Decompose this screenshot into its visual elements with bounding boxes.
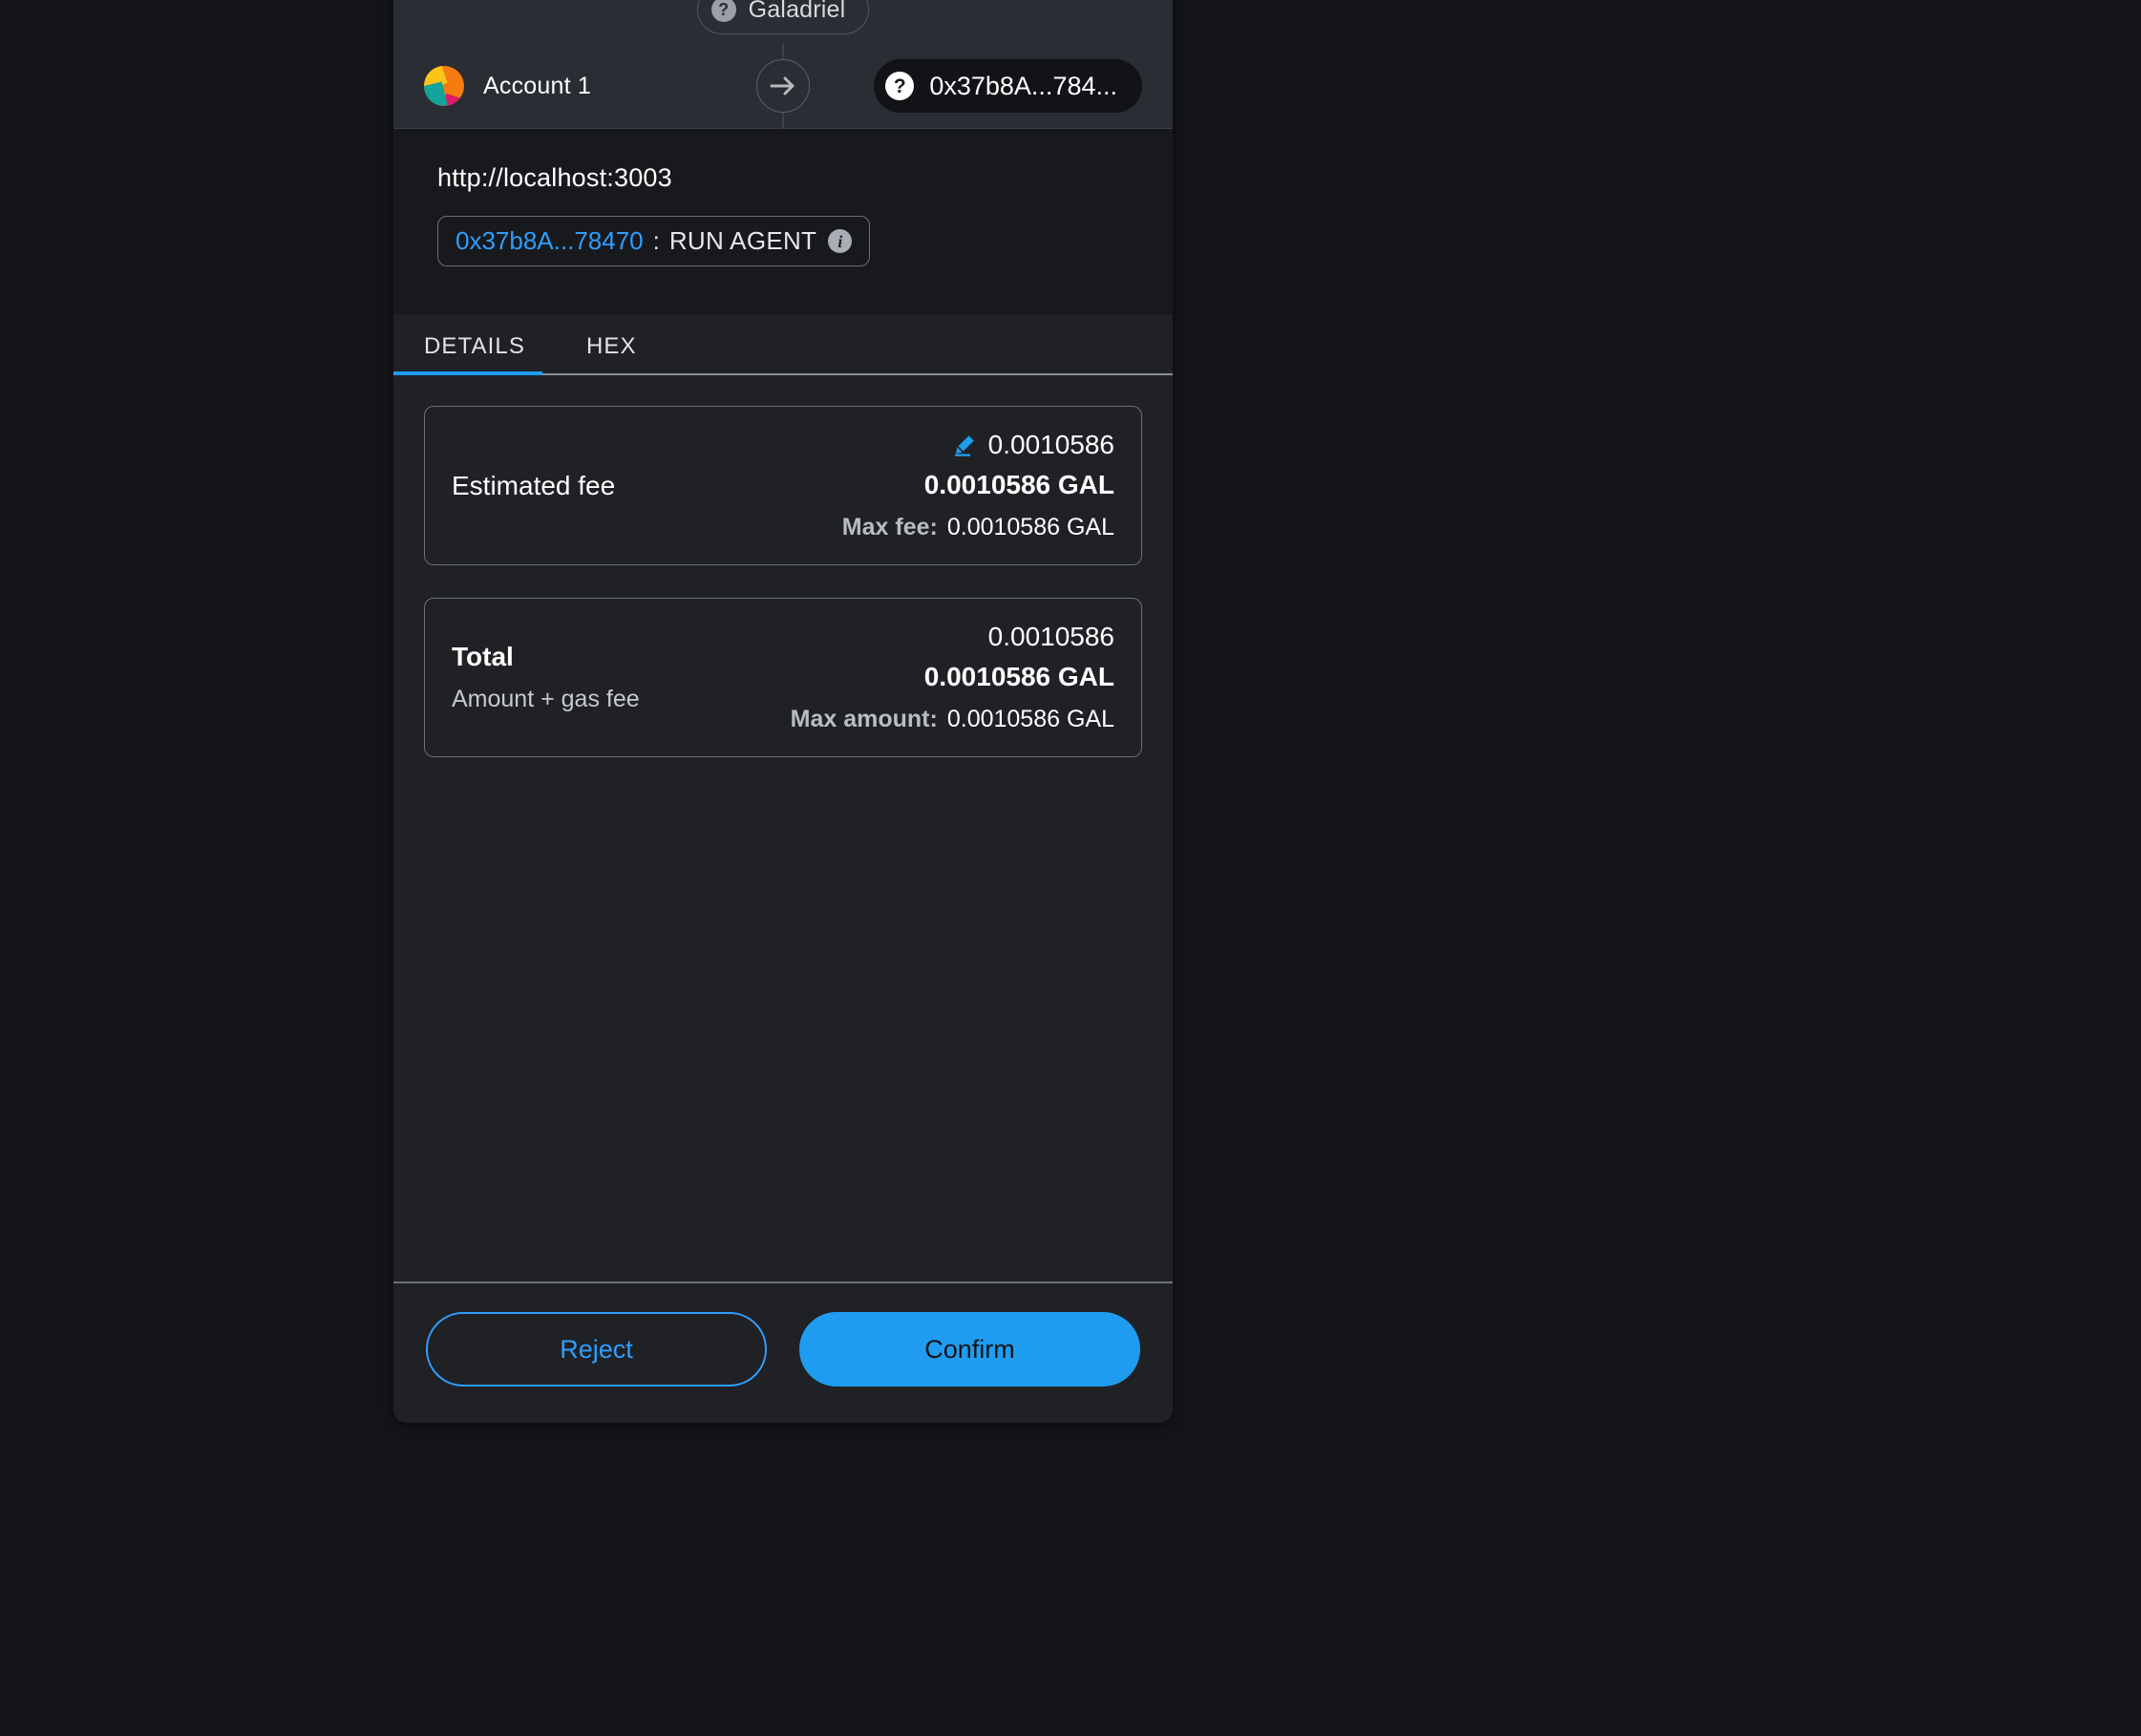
origin-url: http://localhost:3003 (437, 163, 672, 192)
max-fee-value: 0.0010586 GAL (946, 514, 1114, 540)
details-panel: Estimated fee 0.0010586 0.0010586 GAL Ma… (393, 375, 1173, 1281)
pencil-edit-icon[interactable] (952, 433, 977, 457)
tab-details[interactable]: DETAILS (393, 333, 556, 375)
reject-button[interactable]: Reject (426, 1312, 767, 1387)
recipient-address: 0x37b8A...784... (929, 71, 1117, 100)
total-amount: 0.0010586 (987, 622, 1114, 651)
connector-line-top (782, 44, 784, 59)
max-amount-value: 0.0010586 GAL (946, 706, 1114, 732)
contract-action-name: RUN AGENT (668, 226, 817, 255)
origin-block: http://localhost:3003 0x37b8A...78470 : … (393, 129, 1173, 314)
connector-line-bottom (782, 113, 784, 128)
sender-account[interactable]: Account 1 (424, 66, 591, 106)
estimated-max-fee-row: Max fee: 0.0010586 GAL (842, 514, 1114, 541)
question-mark-icon: ? (710, 0, 736, 22)
transfer-arrow-column (756, 44, 810, 128)
account-name: Account 1 (483, 72, 591, 99)
total-labels: Total Amount + gas fee (452, 642, 640, 713)
tab-hex[interactable]: HEX (556, 333, 668, 373)
metamask-confirmation-panel: ? Galadriel Account 1 ? 0x37b8A...784...… (393, 0, 1173, 1423)
total-label: Total (452, 642, 514, 671)
network-name: Galadriel (748, 0, 846, 23)
total-amount-row: 0.0010586 (988, 622, 1114, 652)
total-sublabel: Amount + gas fee (452, 686, 640, 712)
estimated-fee-amount-row: 0.0010586 (952, 430, 1114, 460)
network-selector[interactable]: ? Galadriel (696, 0, 870, 34)
panel-footer: Reject Confirm (393, 1281, 1173, 1423)
contract-address[interactable]: 0x37b8A...78470 (456, 226, 644, 256)
total-values: 0.0010586 0.0010586 GAL Max amount: 0.001… (791, 622, 1114, 733)
total-amount-currency: 0.0010586 GAL (923, 662, 1114, 691)
network-row: ? Galadriel (393, 0, 1173, 44)
max-fee-key: Max fee: (841, 514, 938, 540)
estimated-fee-label: Estimated fee (452, 470, 616, 500)
question-mark-icon: ? (885, 72, 915, 100)
estimated-fee-amount: 0.0010586 (987, 430, 1114, 459)
contract-method-pill[interactable]: 0x37b8A...78470 : RUN AGENT i (437, 216, 871, 266)
tab-bar: DETAILS HEX (393, 314, 1173, 375)
max-amount-key: Max amount: (790, 706, 938, 732)
estimated-fee-card: Estimated fee 0.0010586 0.0010586 GAL Ma… (424, 406, 1142, 565)
account-to-recipient-row: Account 1 ? 0x37b8A...784... (393, 44, 1173, 128)
estimated-fee-labels: Estimated fee (452, 471, 615, 501)
estimated-fee-values: 0.0010586 0.0010586 GAL Max fee: 0.001058… (842, 430, 1114, 541)
estimated-fee-amount-currency: 0.0010586 GAL (923, 470, 1114, 499)
account-identicon (424, 66, 464, 106)
panel-header: ? Galadriel Account 1 ? 0x37b8A...784... (393, 0, 1173, 129)
recipient-address-pill[interactable]: ? 0x37b8A...784... (874, 59, 1142, 113)
screen-root: ? Galadriel Account 1 ? 0x37b8A...784...… (0, 0, 2141, 1736)
confirm-button[interactable]: Confirm (799, 1312, 1140, 1387)
total-card: Total Amount + gas fee 0.0010586 0.00105… (424, 598, 1142, 757)
info-icon[interactable]: i (828, 229, 853, 253)
total-max-amount-row: Max amount: 0.0010586 GAL (791, 706, 1114, 733)
arrow-right-icon (756, 59, 810, 113)
contract-separator: : (652, 226, 660, 255)
